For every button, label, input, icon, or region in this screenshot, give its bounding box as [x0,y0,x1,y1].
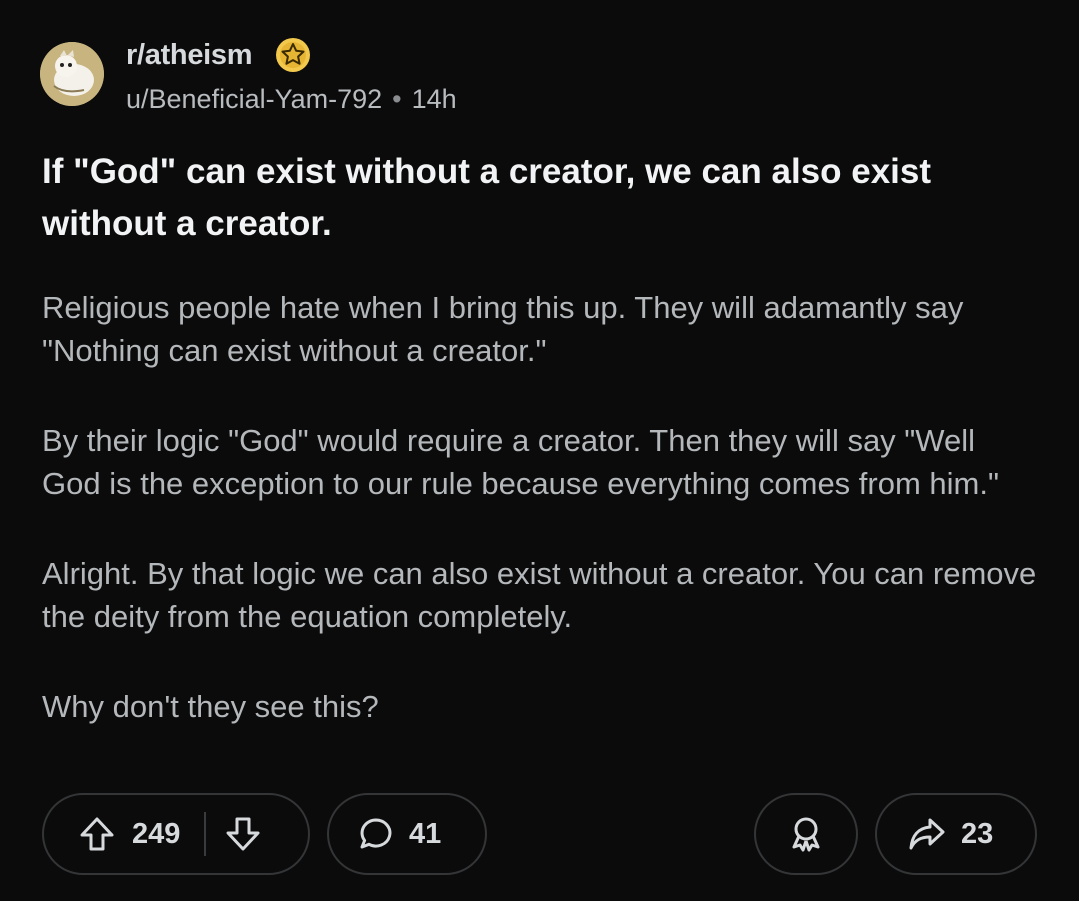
upvote-icon[interactable] [78,815,116,853]
comment-button[interactable]: 41 [327,793,487,875]
subreddit-avatar[interactable] [40,42,104,106]
vote-divider [204,812,207,856]
post-header: r/atheism u/Beneficial-Yam-792 • 14h [40,32,640,114]
award-icon [786,814,826,854]
downvote-icon[interactable] [224,815,262,853]
post-age: 14h [411,84,457,114]
post-action-bar: 249 41 23 [42,793,1037,879]
share-button[interactable]: 23 [875,793,1037,875]
subreddit-name[interactable]: r/atheism [126,39,253,72]
vote-control: 249 [42,793,310,875]
star-award-icon [274,36,312,74]
body-paragraph: Why don't they see this? [42,689,379,724]
comment-count: 41 [409,817,442,850]
post-title: If "God" can exist without a creator, we… [42,152,932,243]
meta-separator: • [392,84,402,114]
share-count: 23 [961,817,994,850]
username[interactable]: u/Beneficial-Yam-792 [126,84,382,114]
body-paragraph: Religious people hate when I bring this … [42,290,964,368]
body-paragraph: Alright. By that logic we can also exist… [42,556,1037,634]
post-body: Religious people hate when I bring this … [42,286,1042,775]
upvote-count: 249 [132,817,181,850]
comment-icon [357,815,395,853]
share-icon [907,814,947,854]
body-paragraph: By their logic "God" would require a cre… [42,423,999,501]
award-button[interactable] [754,793,858,875]
